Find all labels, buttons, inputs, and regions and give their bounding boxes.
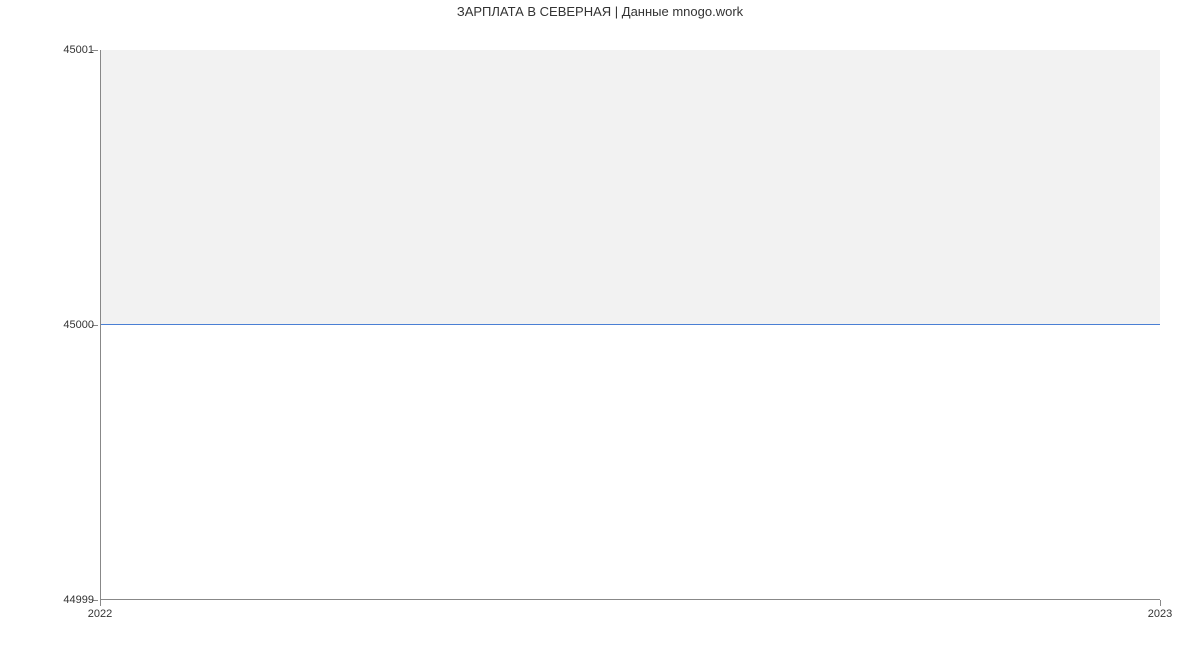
plot-area — [100, 50, 1160, 600]
y-axis-label: 44999 — [63, 594, 94, 606]
y-axis-label: 45000 — [63, 319, 94, 331]
x-axis-label: 2022 — [88, 608, 112, 620]
chart-title: ЗАРПЛАТА В СЕВЕРНАЯ | Данные mnogo.work — [0, 0, 1200, 19]
x-axis-label: 2023 — [1148, 608, 1172, 620]
x-tick — [100, 600, 101, 606]
x-tick — [1160, 600, 1161, 606]
data-line — [101, 324, 1160, 325]
chart-container: 45001 45000 44999 2022 2023 — [0, 30, 1200, 650]
fill-region — [101, 50, 1160, 325]
y-axis-label: 45001 — [63, 44, 94, 56]
